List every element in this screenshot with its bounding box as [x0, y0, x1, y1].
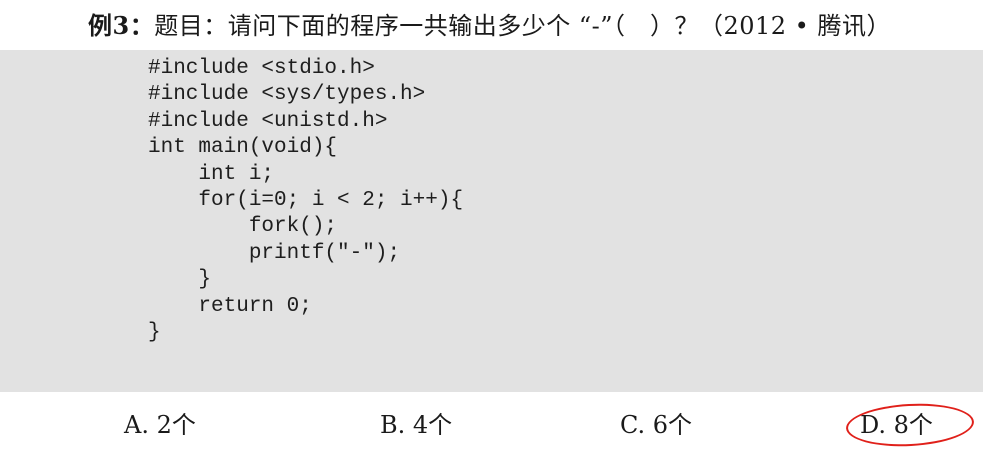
code-line-6: for(i=0; i < 2; i++){	[148, 189, 464, 213]
question-text: 题目：请问下面的程序一共输出多少个 “-”（ ）？（2012 • 腾讯）	[154, 12, 891, 40]
answer-options: A. 2个 B. 4个 C. 6个 D. 8个	[0, 400, 983, 450]
code-listing: #include <stdio.h> #include <sys/types.h>…	[148, 56, 463, 346]
code-line-9: }	[148, 268, 212, 292]
answer-circle-mark	[844, 400, 976, 450]
code-block: #include <stdio.h> #include <sys/types.h>…	[0, 50, 983, 392]
code-line-7: fork();	[148, 215, 338, 239]
code-line-2: #include <sys/types.h>	[148, 83, 426, 107]
code-line-11: }	[148, 321, 161, 345]
question-title: 例3：题目：请问下面的程序一共输出多少个 “-”（ ）？（2012 • 腾讯）	[88, 10, 891, 42]
code-line-1: #include <stdio.h>	[148, 57, 375, 80]
code-line-8: printf("-");	[148, 241, 401, 265]
code-line-10: return 0;	[148, 294, 312, 318]
option-a: A. 2个	[124, 411, 196, 439]
example-label: 例3：	[88, 11, 155, 40]
option-b: B. 4个	[380, 411, 453, 439]
code-line-5: int i;	[148, 162, 275, 186]
code-line-3: #include <unistd.h>	[148, 109, 388, 133]
code-line-4: int main(void){	[148, 136, 338, 160]
option-c: C. 6个	[620, 411, 693, 439]
